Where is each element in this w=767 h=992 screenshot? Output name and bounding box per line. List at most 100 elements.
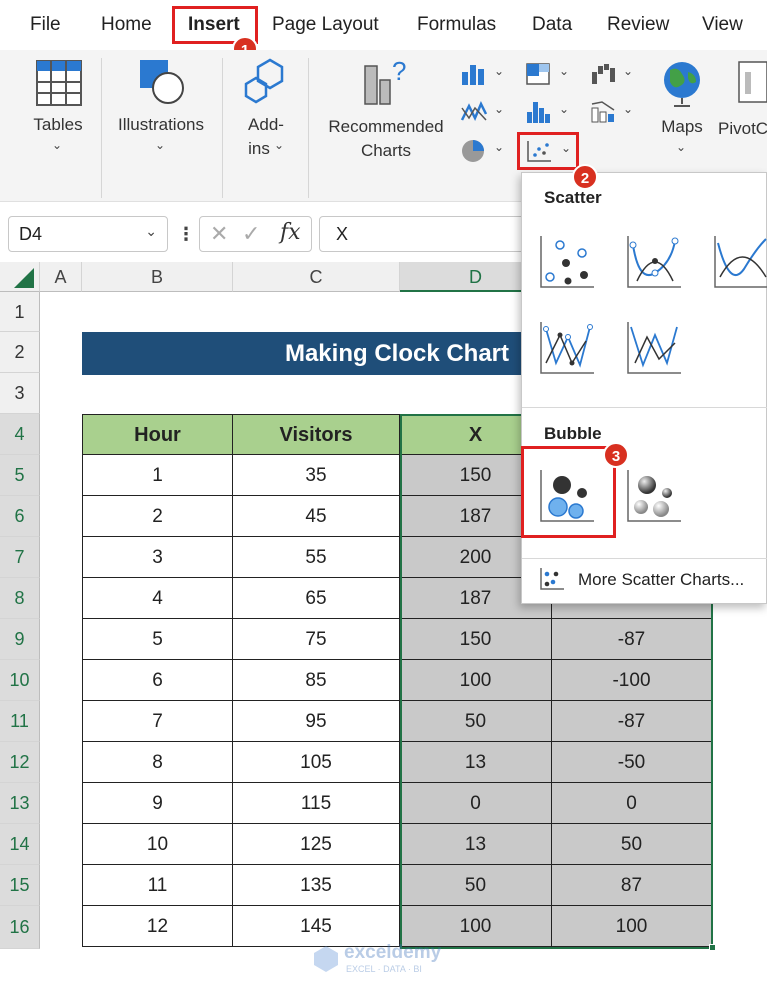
row-header[interactable]: 11 bbox=[0, 701, 40, 742]
chevron-down-icon[interactable]: ⌄ bbox=[623, 64, 633, 78]
column-header-a[interactable]: A bbox=[40, 262, 82, 292]
table-cell[interactable]: 2 bbox=[82, 496, 233, 537]
table-cell[interactable]: 100 bbox=[400, 906, 552, 947]
scatter-straight-lines-option[interactable] bbox=[625, 319, 683, 377]
table-header-cell[interactable]: Hour bbox=[82, 414, 233, 455]
tables-button-label[interactable]: Tables bbox=[18, 112, 98, 137]
3d-bubble-chart-option[interactable] bbox=[625, 467, 683, 525]
table-cell[interactable]: 95 bbox=[233, 701, 400, 742]
row-header[interactable]: 6 bbox=[0, 496, 40, 537]
row-header[interactable]: 8 bbox=[0, 578, 40, 619]
row-header[interactable]: 12 bbox=[0, 742, 40, 783]
row-header[interactable]: 2 bbox=[0, 332, 40, 373]
table-cell[interactable]: 150 bbox=[400, 619, 552, 660]
row-header[interactable]: 7 bbox=[0, 537, 40, 578]
table-cell[interactable]: 12 bbox=[82, 906, 233, 947]
chevron-down-icon[interactable]: ⌄ bbox=[623, 102, 633, 116]
row-header[interactable]: 1 bbox=[0, 292, 40, 332]
table-cell[interactable]: 11 bbox=[82, 865, 233, 906]
tab-review[interactable]: Review bbox=[607, 14, 669, 36]
maps-button-label[interactable]: Maps bbox=[650, 114, 714, 139]
tab-formulas[interactable]: Formulas bbox=[417, 14, 496, 36]
recommended-charts-label-2[interactable]: Charts bbox=[320, 138, 452, 163]
table-cell[interactable]: -87 bbox=[552, 701, 712, 742]
scatter-markers-chart-option[interactable] bbox=[538, 233, 596, 291]
illustrations-button-label[interactable]: Illustrations bbox=[108, 112, 214, 137]
table-cell[interactable]: 115 bbox=[233, 783, 400, 824]
globe-icon[interactable] bbox=[660, 60, 706, 113]
table-cell[interactable]: 50 bbox=[400, 701, 552, 742]
row-header[interactable]: 3 bbox=[0, 373, 40, 414]
waterfall-chart-icon[interactable] bbox=[590, 62, 616, 91]
illustrations-icon[interactable] bbox=[138, 58, 186, 111]
chevron-down-icon[interactable]: ⌄ bbox=[494, 64, 504, 78]
table-cell[interactable]: 100 bbox=[400, 660, 552, 701]
tab-file[interactable]: File bbox=[30, 14, 61, 36]
chevron-down-icon[interactable]: ⌄ bbox=[494, 140, 504, 154]
table-cell[interactable]: 50 bbox=[552, 824, 712, 865]
row-header[interactable]: 10 bbox=[0, 660, 40, 701]
chevron-down-icon[interactable]: ⌄ bbox=[559, 102, 569, 116]
table-cell[interactable]: 125 bbox=[233, 824, 400, 865]
table-cell[interactable]: 100 bbox=[552, 906, 712, 947]
table-cell[interactable]: -50 bbox=[552, 742, 712, 783]
more-options-icon[interactable]: ⋮ bbox=[177, 224, 195, 245]
chevron-down-icon[interactable]: ⌄ bbox=[145, 223, 157, 240]
combo-chart-icon[interactable] bbox=[590, 100, 616, 129]
row-header[interactable]: 4 bbox=[0, 414, 40, 455]
statistic-chart-icon[interactable] bbox=[525, 100, 551, 129]
insert-function-button[interactable]: fx bbox=[280, 220, 301, 245]
scatter-chart-icon[interactable] bbox=[526, 139, 552, 168]
column-header-b[interactable]: B bbox=[82, 262, 233, 292]
table-cell[interactable]: 45 bbox=[233, 496, 400, 537]
table-cell[interactable]: 0 bbox=[552, 783, 712, 824]
chevron-down-icon[interactable]: ⌄ bbox=[274, 138, 284, 152]
table-cell[interactable]: 13 bbox=[400, 742, 552, 783]
scatter-smooth-lines-markers-option[interactable] bbox=[625, 233, 683, 291]
table-cell[interactable]: 50 bbox=[400, 865, 552, 906]
tab-page-layout[interactable]: Page Layout bbox=[272, 14, 379, 36]
chevron-down-icon[interactable]: ⌄ bbox=[561, 141, 571, 155]
table-cell[interactable]: 75 bbox=[233, 619, 400, 660]
row-header[interactable]: 15 bbox=[0, 865, 40, 906]
fill-handle[interactable] bbox=[709, 944, 716, 951]
addins-button-label-1[interactable]: Add- bbox=[236, 112, 296, 137]
more-scatter-charts-link[interactable]: More Scatter Charts... bbox=[578, 570, 744, 590]
table-cell[interactable]: 1 bbox=[82, 455, 233, 496]
row-header[interactable]: 14 bbox=[0, 824, 40, 865]
table-cell[interactable]: 105 bbox=[233, 742, 400, 783]
chevron-down-icon[interactable]: ⌄ bbox=[494, 102, 504, 116]
column-header-c[interactable]: C bbox=[233, 262, 400, 292]
row-header[interactable]: 16 bbox=[0, 906, 40, 949]
tab-view[interactable]: View bbox=[702, 14, 743, 36]
table-cell[interactable]: 10 bbox=[82, 824, 233, 865]
table-cell[interactable]: 135 bbox=[233, 865, 400, 906]
row-header[interactable]: 5 bbox=[0, 455, 40, 496]
select-all-corner[interactable] bbox=[0, 262, 40, 292]
chevron-down-icon[interactable]: ⌄ bbox=[559, 64, 569, 78]
table-cell[interactable]: 55 bbox=[233, 537, 400, 578]
row-header[interactable]: 13 bbox=[0, 783, 40, 824]
enter-icon[interactable]: ✓ bbox=[242, 221, 260, 247]
table-cell[interactable]: -87 bbox=[552, 619, 712, 660]
scatter-straight-lines-markers-option[interactable] bbox=[538, 319, 596, 377]
table-cell[interactable]: 35 bbox=[233, 455, 400, 496]
table-header-cell[interactable]: Visitors bbox=[233, 414, 400, 455]
more-scatter-charts-icon[interactable] bbox=[538, 566, 566, 592]
table-cell[interactable]: 145 bbox=[233, 906, 400, 947]
chevron-down-icon[interactable]: ⌄ bbox=[155, 138, 165, 152]
table-icon[interactable] bbox=[36, 60, 82, 111]
table-cell[interactable]: 85 bbox=[233, 660, 400, 701]
addins-icon[interactable] bbox=[242, 58, 288, 109]
recommended-charts-icon[interactable]: ? bbox=[362, 56, 410, 111]
cancel-icon[interactable]: ✕ bbox=[210, 221, 228, 247]
table-cell[interactable]: -100 bbox=[552, 660, 712, 701]
table-cell[interactable]: 65 bbox=[233, 578, 400, 619]
line-chart-icon[interactable] bbox=[460, 100, 488, 131]
row-header[interactable]: 9 bbox=[0, 619, 40, 660]
table-cell[interactable]: 6 bbox=[82, 660, 233, 701]
pivotchart-icon[interactable] bbox=[737, 60, 767, 111]
pie-chart-icon[interactable] bbox=[460, 138, 488, 169]
table-cell[interactable]: 7 bbox=[82, 701, 233, 742]
scatter-smooth-lines-option[interactable] bbox=[712, 233, 767, 291]
